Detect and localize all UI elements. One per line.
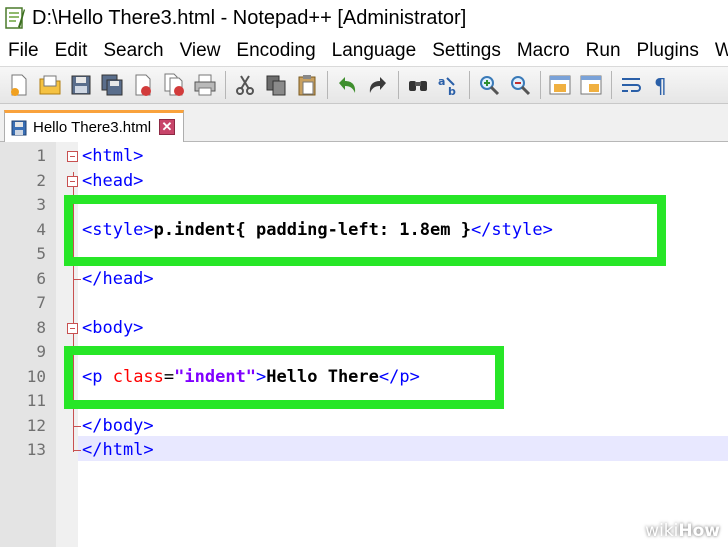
code-line: 6 </head> bbox=[0, 267, 728, 292]
svg-text:b: b bbox=[448, 85, 456, 97]
tab-hello-there3[interactable]: Hello There3.html ✕ bbox=[4, 110, 184, 142]
open-file-icon[interactable] bbox=[37, 72, 63, 98]
save-all-icon[interactable] bbox=[99, 72, 125, 98]
menu-encoding[interactable]: Encoding bbox=[236, 40, 315, 62]
replace-icon[interactable]: ab bbox=[436, 72, 462, 98]
new-file-icon[interactable] bbox=[6, 72, 32, 98]
highlight-box-paragraph bbox=[64, 346, 504, 409]
code-line: 13 </html> bbox=[0, 438, 728, 463]
fold-collapse-icon[interactable] bbox=[67, 322, 78, 334]
find-icon[interactable] bbox=[405, 72, 431, 98]
code-text: </html> bbox=[82, 440, 154, 460]
line-number: 2 bbox=[36, 170, 46, 190]
menu-edit[interactable]: Edit bbox=[55, 40, 88, 62]
menu-window[interactable]: Win bbox=[715, 40, 728, 62]
menu-file[interactable]: File bbox=[8, 40, 39, 62]
code-text: <body> bbox=[82, 317, 144, 338]
line-number: 13 bbox=[26, 440, 46, 459]
toolbar: ab ¶ bbox=[0, 66, 728, 104]
menu-macro[interactable]: Macro bbox=[517, 40, 570, 62]
highlight-box-style bbox=[64, 195, 666, 266]
show-all-chars-icon[interactable]: ¶ bbox=[649, 72, 675, 98]
code-line: 7 bbox=[0, 291, 728, 316]
toolbar-separator bbox=[611, 71, 612, 99]
menu-bar: File Edit Search View Encoding Language … bbox=[0, 36, 728, 66]
zoom-in-icon[interactable] bbox=[476, 72, 502, 98]
svg-text:a: a bbox=[438, 75, 445, 88]
fold-collapse-icon[interactable] bbox=[67, 151, 78, 162]
redo-icon[interactable] bbox=[365, 72, 391, 98]
line-number: 9 bbox=[36, 342, 46, 361]
word-wrap-icon[interactable] bbox=[618, 72, 644, 98]
menu-plugins[interactable]: Plugins bbox=[637, 40, 699, 62]
code-editor[interactable]: 1 <html> 2 <head> 3 4 <style>p.indent{ p… bbox=[0, 142, 728, 547]
menu-settings[interactable]: Settings bbox=[432, 40, 501, 62]
close-all-icon[interactable] bbox=[161, 72, 187, 98]
close-tab-icon[interactable]: ✕ bbox=[159, 119, 175, 135]
code-line: 8 <body> bbox=[0, 316, 728, 341]
cut-icon[interactable] bbox=[232, 72, 258, 98]
line-number: 11 bbox=[26, 391, 46, 410]
menu-run[interactable]: Run bbox=[586, 40, 621, 62]
fold-end-marker bbox=[73, 450, 81, 451]
code-text: </body> bbox=[82, 415, 154, 436]
notepad-plus-plus-icon bbox=[4, 5, 26, 31]
code-text: <head> bbox=[82, 170, 144, 191]
undo-icon[interactable] bbox=[334, 72, 360, 98]
code-line: 12 </body> bbox=[0, 414, 728, 439]
watermark-suffix: How bbox=[678, 521, 720, 541]
sync-vertical-icon[interactable] bbox=[547, 72, 573, 98]
menu-view[interactable]: View bbox=[180, 40, 221, 62]
menu-language[interactable]: Language bbox=[332, 40, 417, 62]
watermark-prefix: wiki bbox=[645, 521, 679, 541]
title-bar: D:\Hello There3.html - Notepad++ [Admini… bbox=[0, 0, 728, 36]
code-text: <html> bbox=[82, 146, 144, 166]
code-text: </head> bbox=[82, 268, 154, 289]
copy-icon[interactable] bbox=[263, 72, 289, 98]
saved-file-icon bbox=[11, 120, 27, 135]
fold-end-marker bbox=[73, 278, 81, 280]
line-number: 7 bbox=[36, 293, 46, 312]
line-number: 8 bbox=[36, 317, 46, 337]
save-icon[interactable] bbox=[68, 72, 94, 98]
fold-collapse-icon[interactable] bbox=[67, 175, 78, 187]
code-line: 1 <html> bbox=[0, 144, 728, 169]
tab-label: Hello There3.html bbox=[33, 119, 152, 136]
line-number: 4 bbox=[36, 219, 46, 239]
toolbar-separator bbox=[225, 71, 226, 99]
sync-horizontal-icon[interactable] bbox=[578, 72, 604, 98]
tab-bar: Hello There3.html ✕ bbox=[0, 104, 728, 142]
line-number: 6 bbox=[36, 268, 46, 288]
code-line: 2 <head> bbox=[0, 169, 728, 194]
line-number: 5 bbox=[36, 244, 46, 263]
close-icon[interactable] bbox=[130, 72, 156, 98]
line-number: 12 bbox=[26, 415, 46, 435]
menu-search[interactable]: Search bbox=[103, 40, 163, 62]
paste-icon[interactable] bbox=[294, 72, 320, 98]
toolbar-separator bbox=[327, 71, 328, 99]
wikihow-watermark: wikiHow bbox=[645, 521, 720, 541]
zoom-out-icon[interactable] bbox=[507, 72, 533, 98]
toolbar-separator bbox=[540, 71, 541, 99]
fold-end-marker bbox=[73, 425, 81, 427]
line-number: 1 bbox=[36, 146, 46, 165]
print-icon[interactable] bbox=[192, 72, 218, 98]
toolbar-separator bbox=[398, 71, 399, 99]
line-number: 3 bbox=[36, 195, 46, 214]
svg-text:¶: ¶ bbox=[654, 74, 667, 97]
window-title: D:\Hello There3.html - Notepad++ [Admini… bbox=[32, 6, 467, 29]
toolbar-separator bbox=[469, 71, 470, 99]
line-number: 10 bbox=[26, 366, 46, 386]
